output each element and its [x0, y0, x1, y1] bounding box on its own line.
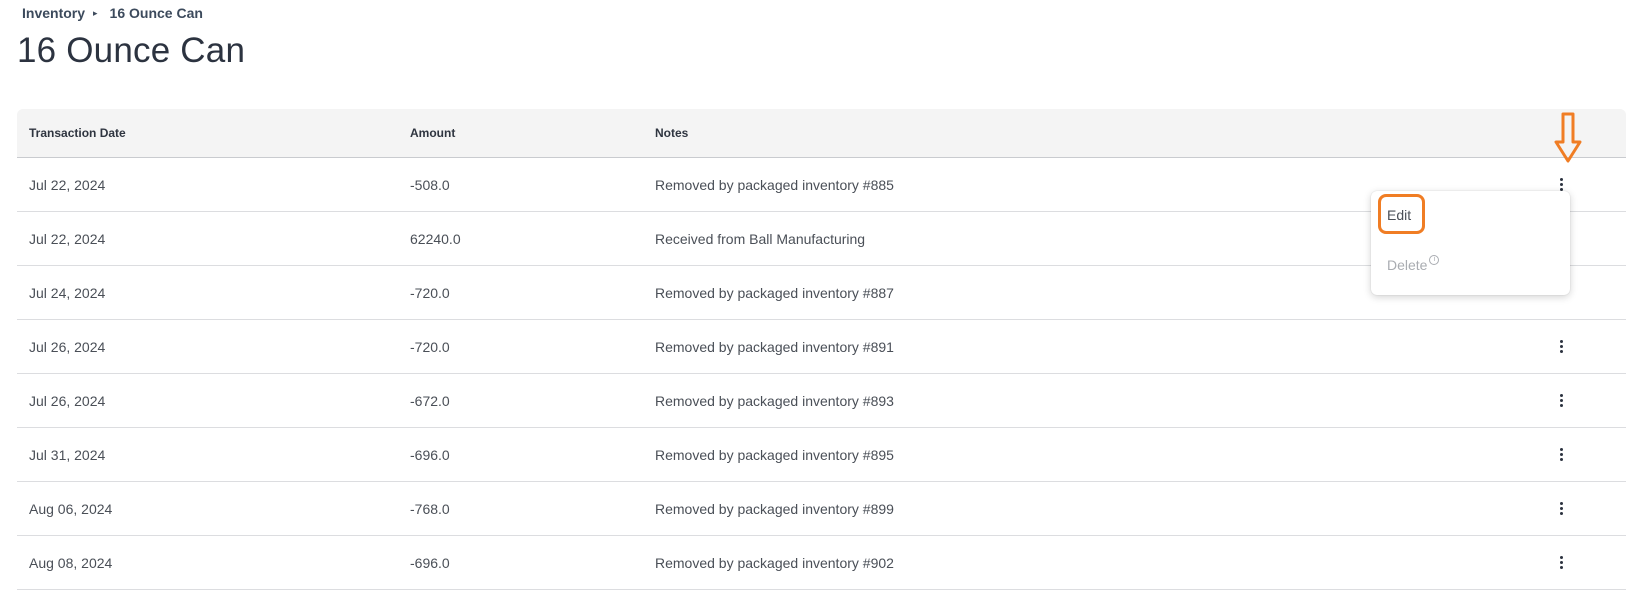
cell-notes: Removed by packaged inventory #885 [655, 176, 894, 193]
header-notes: Notes [655, 126, 689, 140]
cell-amount: -696.0 [410, 446, 450, 463]
cell-date: Jul 26, 2024 [29, 338, 106, 355]
cell-amount: -672.0 [410, 392, 450, 409]
row-actions-kebab-icon[interactable] [1551, 445, 1571, 465]
row-actions-kebab-icon[interactable] [1551, 337, 1571, 357]
cell-date: Jul 26, 2024 [29, 392, 106, 409]
cell-date: Jul 31, 2024 [29, 446, 106, 463]
breadcrumb-inventory-link[interactable]: Inventory [22, 5, 85, 21]
cell-amount: 62240.0 [410, 230, 461, 247]
row-actions-kebab-icon[interactable] [1551, 553, 1571, 573]
row-actions-kebab-icon[interactable] [1551, 391, 1571, 411]
header-amount: Amount [410, 126, 456, 140]
menu-item-delete-label: Delete [1387, 257, 1428, 273]
cell-notes: Received from Ball Manufacturing [655, 230, 866, 247]
cell-notes: Removed by packaged inventory #899 [655, 500, 894, 517]
cell-amount: -720.0 [410, 284, 450, 301]
cell-date: Jul 22, 2024 [29, 176, 106, 193]
cell-notes: Removed by packaged inventory #893 [655, 392, 894, 409]
page: Inventory ▸ 16 Ounce Can 16 Ounce Can Tr… [0, 0, 1638, 601]
header-transaction-date: Transaction Date [29, 126, 126, 140]
cell-date: Jul 22, 2024 [29, 230, 106, 247]
table-row: Aug 06, 2024 -768.0 Removed by packaged … [17, 482, 1626, 536]
table-row: Aug 08, 2024 -696.0 Removed by packaged … [17, 536, 1626, 590]
cell-notes: Removed by packaged inventory #902 [655, 554, 894, 571]
table-row: Jul 26, 2024 -672.0 Removed by packaged … [17, 374, 1626, 428]
table-row: Jul 26, 2024 -720.0 Removed by packaged … [17, 320, 1626, 374]
table-row: Jul 31, 2024 -696.0 Removed by packaged … [17, 428, 1626, 482]
page-title: 16 Ounce Can [17, 31, 246, 70]
cell-date: Aug 08, 2024 [29, 554, 113, 571]
cell-date: Aug 06, 2024 [29, 500, 113, 517]
table-header: Transaction Date Amount Notes [17, 109, 1626, 158]
breadcrumb-current: 16 Ounce Can [109, 5, 203, 21]
arrow-down-icon [1554, 112, 1582, 163]
cell-date: Jul 24, 2024 [29, 284, 106, 301]
row-actions-kebab-icon[interactable] [1551, 499, 1571, 519]
menu-item-delete[interactable]: Delete i [1387, 255, 1440, 273]
cell-amount: -720.0 [410, 338, 450, 355]
edit-highlight-box [1378, 194, 1425, 234]
cell-notes: Removed by packaged inventory #895 [655, 446, 894, 463]
cell-notes: Removed by packaged inventory #887 [655, 284, 894, 301]
cell-amount: -508.0 [410, 176, 450, 193]
cell-notes: Removed by packaged inventory #891 [655, 338, 894, 355]
info-icon: i [1429, 255, 1440, 265]
cell-amount: -696.0 [410, 554, 450, 571]
breadcrumb-separator-icon: ▸ [93, 7, 98, 18]
transactions-table: Transaction Date Amount Notes Jul 22, 20… [17, 109, 1626, 590]
breadcrumb: Inventory ▸ 16 Ounce Can [22, 5, 203, 21]
cell-amount: -768.0 [410, 500, 450, 517]
